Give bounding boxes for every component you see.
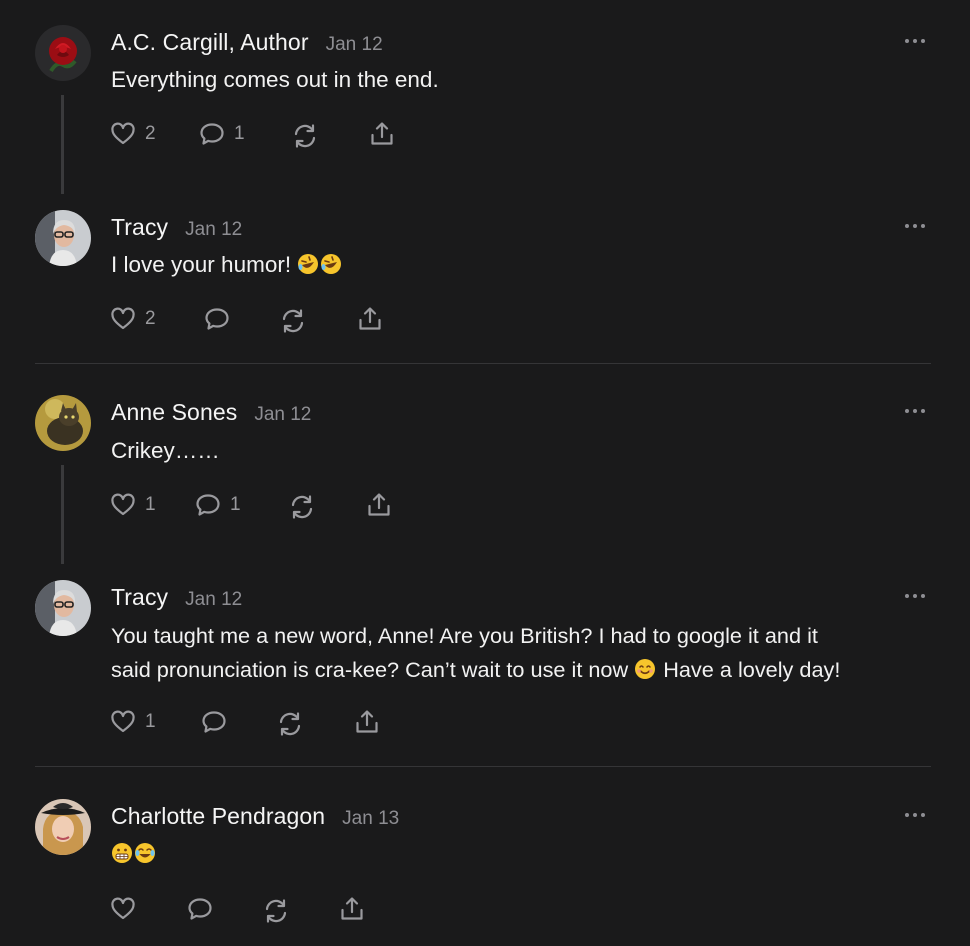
- avatar[interactable]: [35, 799, 91, 855]
- comment-header: Tracy Jan 12: [111, 214, 242, 241]
- restack-button[interactable]: [276, 710, 304, 738]
- comment-text: Crikey……: [111, 438, 220, 463]
- comment-header: Charlotte Pendragon Jan 13: [111, 803, 399, 830]
- reply-button[interactable]: [200, 708, 228, 736]
- share-icon: [359, 307, 381, 330]
- author-name[interactable]: Tracy: [111, 214, 168, 241]
- comment-header: Tracy Jan 12: [111, 584, 242, 611]
- like-button[interactable]: 1: [109, 708, 156, 736]
- restack-icon: [282, 309, 304, 333]
- author-name[interactable]: Charlotte Pendragon: [111, 803, 325, 830]
- share-button[interactable]: [353, 708, 381, 736]
- comment-text-line: You taught me a new word, Anne! Are you …: [111, 623, 818, 648]
- comment-bubble-icon: [188, 898, 212, 920]
- comment-header: A.C. Cargill, Author Jan 12: [111, 29, 383, 56]
- more-dots-icon[interactable]: [903, 810, 927, 820]
- more-dots-icon[interactable]: [903, 591, 927, 601]
- thread-line: [61, 465, 64, 564]
- share-button[interactable]: [338, 895, 366, 923]
- author-name[interactable]: A.C. Cargill, Author: [111, 29, 309, 56]
- comment-text-content: I love your humor!: [111, 252, 298, 277]
- cat-avatar-image: [35, 395, 91, 451]
- comment-date[interactable]: Jan 13: [342, 808, 399, 830]
- restack-button[interactable]: [279, 307, 307, 335]
- heart-icon: [111, 710, 135, 733]
- smiling-face-emoji: [635, 659, 656, 679]
- share-button[interactable]: [356, 305, 384, 333]
- reply-button[interactable]: 1: [194, 491, 241, 519]
- avatar[interactable]: [35, 580, 91, 636]
- share-icon: [368, 493, 390, 516]
- comment-bubble-icon: [205, 308, 229, 330]
- heart-icon: [111, 307, 135, 330]
- restack-button[interactable]: [291, 122, 319, 150]
- comment-text-line: said pronunciation is cra-kee? Can’t wai…: [111, 653, 941, 687]
- comment-text: Everything comes out in the end.: [111, 67, 439, 92]
- share-icon: [356, 710, 378, 733]
- comment-bubble-icon: [196, 494, 220, 516]
- like-count: 2: [145, 308, 156, 329]
- reply-count: 1: [230, 494, 241, 515]
- more-dots-icon[interactable]: [903, 406, 927, 416]
- rose-avatar-image: [35, 25, 91, 81]
- restack-icon: [265, 899, 287, 923]
- like-count: 1: [145, 494, 156, 515]
- more-dots-icon[interactable]: [903, 36, 927, 46]
- like-button[interactable]: 1: [109, 491, 156, 519]
- rolling-on-floor-laughing-emoji: [321, 254, 342, 274]
- face-with-tears-of-joy-emoji: [135, 843, 155, 863]
- reply-button[interactable]: [186, 895, 214, 923]
- more-dots-icon[interactable]: [903, 221, 927, 231]
- author-name[interactable]: Anne Sones: [111, 399, 237, 426]
- like-button[interactable]: [109, 895, 137, 923]
- like-button[interactable]: 2: [109, 305, 156, 333]
- comment-date[interactable]: Jan 12: [254, 404, 311, 426]
- share-icon: [371, 122, 393, 145]
- comment-bubble-icon: [200, 123, 224, 145]
- like-count: 1: [145, 711, 156, 732]
- comment-date[interactable]: Jan 12: [185, 219, 242, 241]
- restack-button[interactable]: [288, 493, 316, 521]
- comment-date[interactable]: Jan 12: [185, 589, 242, 611]
- share-button[interactable]: [368, 120, 396, 148]
- heart-icon: [111, 493, 135, 516]
- author-name[interactable]: Tracy: [111, 584, 168, 611]
- comment-text-part: said pronunciation is cra-kee? Can’t wai…: [111, 657, 635, 682]
- like-count: 2: [145, 123, 156, 144]
- share-icon: [341, 897, 363, 920]
- restack-button[interactable]: [262, 897, 290, 925]
- restack-icon: [279, 712, 301, 736]
- reply-button[interactable]: 1: [198, 120, 245, 148]
- avatar[interactable]: [35, 210, 91, 266]
- comment-date[interactable]: Jan 12: [326, 34, 383, 56]
- share-button[interactable]: [365, 491, 393, 519]
- thread-line: [61, 95, 64, 194]
- comment-text: [111, 837, 941, 871]
- comment-text-part: Have a lovely day!: [657, 657, 841, 682]
- comment-text: You taught me a new word, Anne! Are you …: [111, 619, 941, 687]
- avatar[interactable]: [35, 25, 91, 81]
- heart-icon: [111, 897, 135, 920]
- restack-icon: [294, 124, 316, 148]
- avatar[interactable]: [35, 395, 91, 451]
- restack-icon: [291, 495, 313, 519]
- tracy-avatar-image: [35, 580, 91, 636]
- reply-count: 1: [234, 123, 245, 144]
- heart-icon: [111, 122, 135, 145]
- grimacing-face-emoji: [112, 843, 132, 863]
- reply-button[interactable]: [203, 305, 231, 333]
- comment-text: I love your humor!: [111, 248, 941, 282]
- thread-divider: [35, 363, 931, 364]
- comment-bubble-icon: [202, 711, 226, 733]
- tracy-avatar-image: [35, 210, 91, 266]
- thread-divider: [35, 766, 931, 767]
- like-button[interactable]: 2: [109, 120, 156, 148]
- comment-header: Anne Sones Jan 12: [111, 399, 311, 426]
- charlotte-avatar-image: [35, 799, 91, 855]
- rolling-on-floor-laughing-emoji: [298, 254, 319, 274]
